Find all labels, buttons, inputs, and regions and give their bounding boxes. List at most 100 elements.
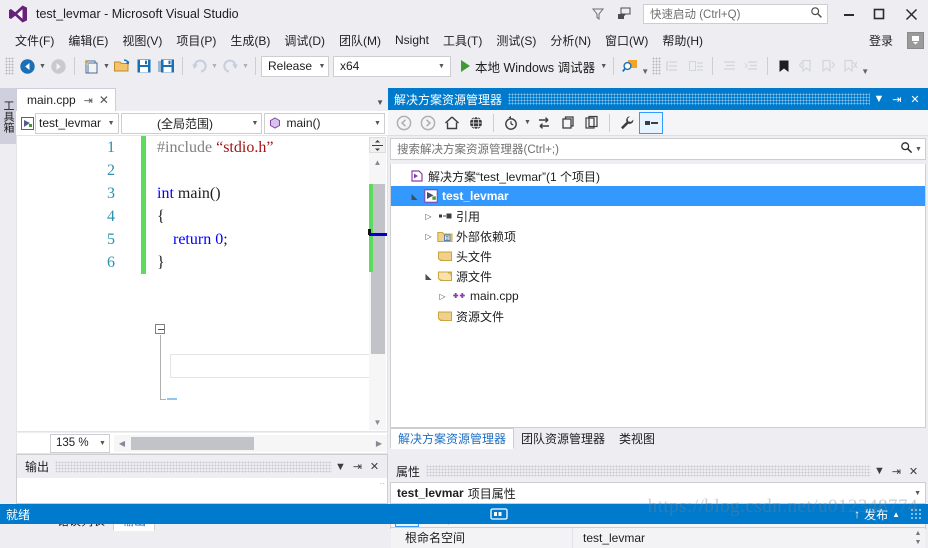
chevron-down-icon[interactable]: ▼ [914, 490, 921, 497]
chevron-down-icon[interactable]: ◢ [421, 272, 436, 281]
solution-explorer-search-input[interactable]: 搜索解决方案资源管理器(Ctrl+;) ▼ [390, 138, 926, 160]
tree-item[interactable]: 资源文件 [391, 306, 925, 326]
configuration-combo[interactable]: Release ▼ [261, 55, 329, 77]
close-icon[interactable]: ✕ [366, 460, 383, 473]
menu-edit[interactable]: 编辑(E) [61, 30, 115, 51]
show-all-files-icon[interactable] [580, 112, 604, 134]
home-icon[interactable] [440, 112, 464, 134]
close-icon[interactable]: ✕ [99, 93, 109, 107]
close-icon[interactable]: ✕ [905, 465, 922, 478]
properties-grid[interactable]: 根命名空间 test_levmar ▲ ▼ [390, 528, 926, 548]
tab-solution-explorer[interactable]: 解决方案资源管理器 [390, 428, 515, 449]
close-button[interactable] [894, 0, 928, 28]
menu-debug[interactable]: 调试(D) [277, 30, 332, 51]
nav-member-combo[interactable]: main() ▼ [264, 112, 385, 134]
panel-drag-dots[interactable] [55, 460, 332, 473]
window-menu-icon[interactable]: ▼ [870, 93, 888, 105]
previous-bookmark-icon[interactable] [795, 55, 817, 77]
pin-icon[interactable]: ⇥ [84, 94, 93, 107]
menu-window[interactable]: 窗口(W) [598, 30, 655, 51]
properties-object-selector[interactable]: test_levmar 项目属性 ▼ [390, 482, 926, 504]
menu-build[interactable]: 生成(B) [223, 30, 277, 51]
code-line[interactable]: 6} [17, 251, 387, 274]
save-all-icon[interactable] [155, 55, 177, 77]
pin-icon[interactable]: ⇥ [888, 93, 906, 106]
code-line[interactable]: 1 #include “stdio.h” [17, 136, 387, 159]
code-line[interactable]: 5 return 0; [17, 228, 387, 251]
redo-caret-icon[interactable]: ▼ [241, 63, 250, 70]
menu-file[interactable]: 文件(F) [8, 30, 61, 51]
close-icon[interactable]: ✕ [906, 93, 924, 106]
collapse-all-icon[interactable] [639, 111, 663, 134]
back-history-caret-icon[interactable]: ▼ [38, 63, 47, 70]
code-line[interactable]: 4{ [17, 205, 387, 228]
tree-item[interactable]: ▷ main.cpp [391, 286, 925, 306]
new-project-icon[interactable] [80, 55, 102, 77]
tree-item[interactable]: 解决方案“test_levmar”(1 个项目) [391, 166, 925, 186]
tree-item[interactable]: ◢ test_levmar [391, 186, 925, 206]
spinner-updown-icon[interactable]: ▲ ▼ [911, 529, 925, 547]
bookmark-icon[interactable] [773, 55, 795, 77]
caret-up-icon[interactable]: ▲ [892, 510, 900, 519]
nav-project-combo[interactable]: test_levmar ▼ [35, 112, 119, 134]
menu-help[interactable]: 帮助(H) [655, 30, 710, 51]
tree-item[interactable]: ◢ 源文件 [391, 266, 925, 286]
sign-in-button[interactable]: 登录 [861, 30, 901, 51]
scroll-left-icon[interactable]: ◀ [114, 439, 130, 448]
window-menu-icon[interactable]: ▼ [871, 465, 888, 477]
split-editor-icon[interactable] [369, 137, 386, 153]
step-into-icon[interactable] [663, 55, 685, 77]
menu-view[interactable]: 视图(V) [115, 30, 169, 51]
scroll-right-icon[interactable]: ▶ [371, 439, 387, 448]
find-in-files-icon[interactable] [619, 55, 641, 77]
zoom-level-combo[interactable]: 135 % ▼ [50, 433, 110, 453]
globe-all-files-icon[interactable] [464, 112, 488, 134]
window-menu-icon[interactable]: ▼ [332, 461, 349, 473]
minimize-button[interactable] [834, 0, 864, 28]
menu-tools[interactable]: 工具(T) [436, 30, 489, 51]
undo-icon[interactable] [188, 55, 210, 77]
send-feedback-icon[interactable] [907, 31, 924, 49]
menu-analyze[interactable]: 分析(N) [543, 30, 598, 51]
step-over-icon[interactable] [685, 55, 707, 77]
toolbar-overflow-icon[interactable]: ▼ [861, 56, 869, 76]
chevron-right-icon[interactable]: ▷ [435, 292, 450, 301]
pending-changes-icon[interactable] [499, 112, 523, 134]
pin-icon[interactable]: ⇥ [888, 465, 905, 478]
arrow-up-icon[interactable]: ↑ [854, 507, 860, 521]
editor-tab-main-cpp[interactable]: main.cpp ⇥ ✕ [16, 88, 116, 111]
quick-launch-input[interactable]: 快速启动 (Ctrl+Q) [643, 4, 828, 24]
editor-horizontal-scrollbar[interactable]: ◀ ▶ [114, 434, 387, 452]
maximize-button[interactable] [864, 0, 894, 28]
toolbox-tab[interactable]: 工具箱 [0, 88, 16, 144]
toolbar-grip-2[interactable] [652, 57, 662, 75]
navigate-forward-icon[interactable] [416, 112, 440, 134]
find-options-caret-icon[interactable]: ▼ [641, 56, 649, 76]
navigate-forward-icon[interactable] [47, 55, 69, 77]
search-options-caret-icon[interactable]: ▼ [914, 146, 923, 153]
property-value[interactable]: test_levmar [573, 531, 911, 545]
redo-icon[interactable] [219, 55, 241, 77]
debug-target-caret-icon[interactable]: ▼ [599, 63, 608, 70]
pending-changes-caret-icon[interactable]: ▼ [523, 119, 532, 126]
magnifier-icon[interactable] [898, 141, 914, 157]
publish-label[interactable]: 发布 [864, 506, 888, 523]
chevron-right-icon[interactable]: ▷ [421, 212, 436, 221]
scroll-up-icon[interactable]: ▲ [369, 154, 386, 170]
tree-item[interactable]: 头文件 [391, 246, 925, 266]
funnel-icon[interactable] [585, 3, 611, 25]
properties-wrench-icon[interactable] [615, 112, 639, 134]
scrollbar-thumb[interactable] [371, 184, 385, 354]
menu-test[interactable]: 测试(S) [489, 30, 543, 51]
code-line[interactable]: 2 [17, 159, 387, 182]
panel-drag-dots[interactable] [426, 465, 871, 477]
resize-grip-icon[interactable] [910, 508, 922, 520]
tree-item[interactable]: ▷ 引用 [391, 206, 925, 226]
chevron-right-icon[interactable]: ▷ [421, 232, 436, 241]
tab-class-view[interactable]: 类视图 [612, 428, 662, 449]
hscrollbar-thumb[interactable] [131, 436, 254, 450]
menu-nsight[interactable]: Nsight [388, 31, 436, 49]
new-project-caret-icon[interactable]: ▼ [102, 63, 111, 70]
pin-icon[interactable]: ⇥ [349, 460, 366, 473]
tab-list-chevron-icon[interactable]: ▼ [376, 98, 384, 107]
